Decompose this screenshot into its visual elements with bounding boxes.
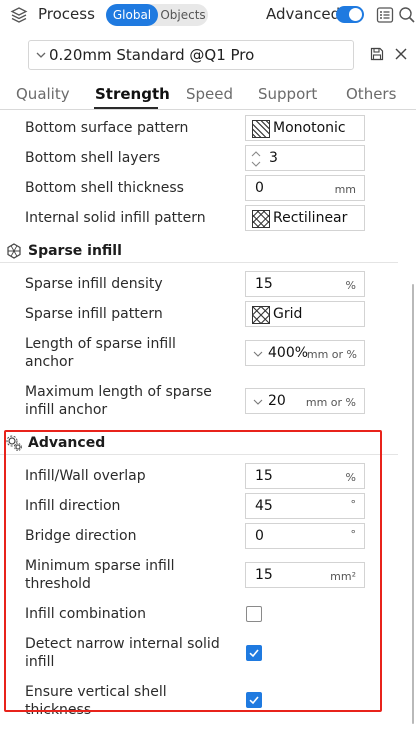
advanced-mode-toggle[interactable] — [336, 6, 364, 23]
tab-others[interactable]: Others — [346, 85, 396, 103]
bottom-shell-layers-label: Bottom shell layers — [25, 150, 161, 166]
bottom-shell-thickness-input[interactable]: 0 mm — [245, 175, 365, 201]
infill-wall-overlap-label: Infill/Wall overlap — [25, 468, 146, 484]
scrollbar-thumb[interactable] — [412, 284, 414, 724]
min-sparse-infill-threshold-label-line1: Minimum sparse infill — [25, 558, 175, 574]
bridge-direction-input[interactable]: 0 ° — [245, 523, 365, 549]
checkmark-icon — [249, 696, 259, 705]
panel-title: Process — [38, 5, 95, 23]
scope-switch[interactable]: Global Objects — [106, 4, 208, 26]
sparse-infill-density-value: 15 — [255, 276, 273, 292]
infill-direction-input[interactable]: 45 ° — [245, 493, 365, 519]
monotonic-pattern-icon — [252, 120, 270, 138]
infill-direction-unit: ° — [350, 498, 357, 511]
bottom-surface-pattern-value: Monotonic — [273, 120, 346, 136]
section-divider — [0, 454, 398, 455]
bridge-direction-value: 0 — [255, 528, 264, 544]
sparse-infill-density-label: Sparse infill density — [25, 276, 163, 292]
sparse-infill-anchor-combo[interactable]: 400% mm or % — [245, 340, 365, 366]
max-sparse-infill-anchor-unit: mm or % — [305, 396, 356, 409]
sparse-infill-section-title: Sparse infill — [28, 243, 122, 259]
ensure-vertical-shell-label-line2: thickness — [25, 702, 92, 718]
sparse-infill-anchor-label-line2: anchor — [25, 354, 74, 370]
compare-list-icon[interactable] — [376, 6, 394, 24]
bridge-direction-unit: ° — [350, 528, 357, 541]
bottom-surface-pattern-label: Bottom surface pattern — [25, 120, 189, 136]
internal-solid-infill-pattern-value: Rectilinear — [273, 210, 348, 226]
search-icon[interactable] — [398, 6, 416, 24]
bottom-shell-layers-value: 3 — [269, 150, 278, 166]
spinner-arrows-icon[interactable] — [250, 148, 262, 170]
save-icon[interactable] — [370, 47, 384, 61]
sparse-infill-pattern-select[interactable]: Grid — [245, 301, 365, 327]
chevron-down-icon — [36, 52, 46, 58]
max-sparse-infill-anchor-value: 20 — [268, 393, 286, 409]
sparse-infill-density-unit: % — [345, 279, 356, 292]
sparse-infill-icon — [7, 243, 21, 259]
settings-tabs: Quality Strength Speed Support Others — [0, 82, 416, 110]
scope-global-button[interactable]: Global — [106, 4, 158, 26]
infill-combination-checkbox[interactable] — [246, 606, 262, 622]
max-sparse-infill-anchor-label-line1: Maximum length of sparse — [25, 384, 212, 400]
bottom-shell-thickness-label: Bottom shell thickness — [25, 180, 184, 196]
active-tab-indicator — [94, 107, 158, 109]
internal-solid-infill-pattern-select[interactable]: Rectilinear — [245, 205, 365, 231]
bridge-direction-label: Bridge direction — [25, 528, 137, 544]
infill-direction-label: Infill direction — [25, 498, 121, 514]
close-icon[interactable] — [394, 47, 408, 61]
sparse-infill-anchor-label-line1: Length of sparse infill — [25, 336, 176, 352]
process-header: Process Global Objects Advanced — [0, 0, 416, 30]
detect-narrow-infill-label-line1: Detect narrow internal solid — [25, 636, 220, 652]
tab-support[interactable]: Support — [258, 85, 317, 103]
ensure-vertical-shell-checkbox[interactable] — [246, 692, 262, 708]
infill-wall-overlap-value: 15 — [255, 468, 273, 484]
sparse-infill-pattern-value: Grid — [273, 306, 303, 322]
scope-objects-button[interactable]: Objects — [158, 4, 208, 26]
bottom-shell-thickness-unit: mm — [334, 183, 356, 196]
tab-speed[interactable]: Speed — [186, 85, 233, 103]
infill-direction-value: 45 — [255, 498, 273, 514]
infill-combination-label: Infill combination — [25, 606, 146, 622]
bottom-shell-thickness-value: 0 — [255, 180, 264, 196]
advanced-mode-label: Advanced — [266, 5, 341, 23]
preset-name: 0.20mm Standard @Q1 Pro — [49, 46, 255, 64]
ensure-vertical-shell-label-line1: Ensure vertical shell — [25, 684, 167, 700]
section-divider — [0, 262, 398, 263]
chevron-down-icon[interactable] — [253, 348, 263, 360]
chevron-down-icon[interactable] — [253, 396, 263, 408]
infill-wall-overlap-unit: % — [345, 471, 356, 484]
layers-icon — [10, 7, 28, 23]
rectilinear-pattern-icon — [252, 210, 270, 228]
tab-strength[interactable]: Strength — [95, 85, 170, 103]
preset-selector[interactable]: 0.20mm Standard @Q1 Pro — [28, 40, 354, 70]
min-sparse-infill-threshold-input[interactable]: 15 mm² — [245, 562, 365, 588]
toggle-knob — [349, 8, 362, 21]
max-sparse-infill-anchor-label-line2: infill anchor — [25, 402, 108, 418]
bottom-surface-pattern-select[interactable]: Monotonic — [245, 115, 365, 141]
tab-quality[interactable]: Quality — [16, 85, 70, 103]
internal-solid-infill-pattern-label: Internal solid infill pattern — [25, 210, 206, 226]
advanced-gears-icon — [6, 435, 22, 451]
bottom-shell-layers-spinner[interactable]: 3 — [245, 145, 365, 171]
sparse-infill-anchor-value: 400% — [268, 345, 309, 361]
sparse-infill-pattern-label: Sparse infill pattern — [25, 306, 163, 322]
grid-pattern-icon — [252, 306, 270, 324]
max-sparse-infill-anchor-combo[interactable]: 20 mm or % — [245, 388, 365, 414]
min-sparse-infill-threshold-value: 15 — [255, 567, 273, 583]
detect-narrow-infill-label-line2: infill — [25, 654, 55, 670]
detect-narrow-infill-checkbox[interactable] — [246, 645, 262, 661]
checkmark-icon — [249, 649, 259, 658]
advanced-section-title: Advanced — [28, 435, 106, 451]
sparse-infill-anchor-unit: mm or % — [306, 348, 357, 361]
min-sparse-infill-threshold-label-line2: threshold — [25, 576, 91, 592]
min-sparse-infill-threshold-unit: mm² — [330, 570, 356, 583]
sparse-infill-density-input[interactable]: 15 % — [245, 271, 365, 297]
infill-wall-overlap-input[interactable]: 15 % — [245, 463, 365, 489]
